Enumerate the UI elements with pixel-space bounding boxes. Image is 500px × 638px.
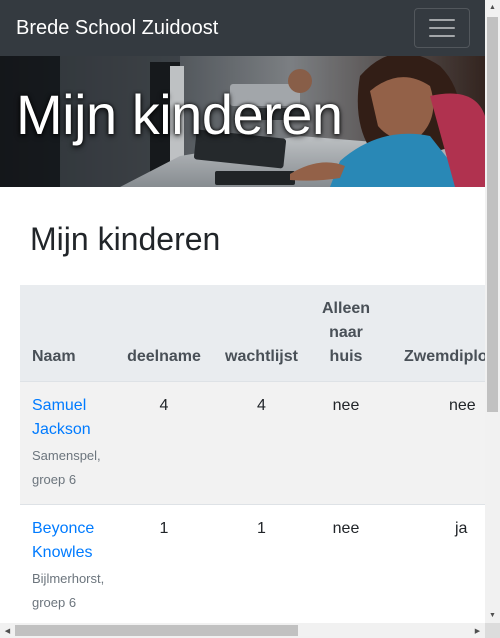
child-school-meta: Samenspel, groep 6 <box>32 444 103 492</box>
scroll-down-arrow-icon[interactable]: ▼ <box>485 608 500 623</box>
child-school-meta: Bijlmerhorst, groep 6 <box>32 567 105 615</box>
hero-banner: Mijn kinderen <box>0 56 485 187</box>
child-groep: groep 6 <box>32 595 77 610</box>
column-header-deelname[interactable]: deelname <box>115 285 213 382</box>
child-school: Bijlmerhorst, <box>32 571 105 586</box>
scroll-right-arrow-icon[interactable]: ▶ <box>470 623 485 638</box>
table-row: Beyonce Knowles Bijlmerhorst, groep 6 1 … <box>20 504 485 623</box>
cell-zwemdiploma: nee <box>382 381 485 505</box>
child-school: Samenspel, <box>32 448 101 463</box>
hero-title: Mijn kinderen <box>16 83 343 146</box>
child-name-link[interactable]: Beyonce Knowles <box>32 517 103 565</box>
horizontal-scrollbar[interactable]: ◀ ▶ <box>0 623 485 638</box>
cell-naam: Samuel Jackson Samenspel, groep 6 <box>20 381 115 505</box>
column-header-zwemdiploma[interactable]: Zwemdiploma <box>382 285 485 382</box>
hamburger-icon-line <box>429 27 455 29</box>
scroll-up-arrow-icon[interactable]: ▲ <box>485 0 500 15</box>
navbar: Brede School Zuidoost <box>0 0 485 56</box>
cell-deelname: 4 <box>115 381 213 505</box>
cell-alleen-naar-huis: nee <box>310 504 382 623</box>
navbar-toggler-button[interactable] <box>414 8 470 48</box>
horizontal-scrollbar-thumb[interactable] <box>15 625 298 636</box>
vertical-scrollbar-thumb[interactable] <box>487 17 498 412</box>
hamburger-icon-line <box>429 35 455 37</box>
cell-wachtlijst: 4 <box>213 381 310 505</box>
column-header-wachtlijst[interactable]: wachtlijst <box>213 285 310 382</box>
column-header-alleen-naar-huis[interactable]: Alleen naar huis <box>310 285 382 382</box>
navbar-brand[interactable]: Brede School Zuidoost <box>16 18 218 38</box>
child-name-link[interactable]: Samuel Jackson <box>32 394 103 442</box>
children-table: Naam deelname wachtlijst Alleen naar hui… <box>20 285 485 623</box>
cell-wachtlijst: 1 <box>213 504 310 623</box>
scroll-left-arrow-icon[interactable]: ◀ <box>0 623 15 638</box>
scrollbar-corner <box>485 623 500 638</box>
column-header-naam[interactable]: Naam <box>20 285 115 382</box>
child-groep: groep 6 <box>32 472 77 487</box>
main-content: Mijn kinderen Naam deelname wachtlijst A… <box>20 187 485 623</box>
vertical-scrollbar[interactable]: ▲ ▼ <box>485 0 500 623</box>
table-row: Samuel Jackson Samenspel, groep 6 4 4 ne… <box>20 381 485 505</box>
cell-zwemdiploma: ja <box>382 504 485 623</box>
cell-naam: Beyonce Knowles Bijlmerhorst, groep 6 <box>20 504 115 623</box>
page-viewport: Brede School Zuidoost Mijn kinderen Mijn… <box>0 0 485 623</box>
cell-deelname: 1 <box>115 504 213 623</box>
hamburger-icon-line <box>429 19 455 21</box>
cell-alleen-naar-huis: nee <box>310 381 382 505</box>
page-title: Mijn kinderen <box>30 221 221 257</box>
table-header-row: Naam deelname wachtlijst Alleen naar hui… <box>20 285 485 382</box>
